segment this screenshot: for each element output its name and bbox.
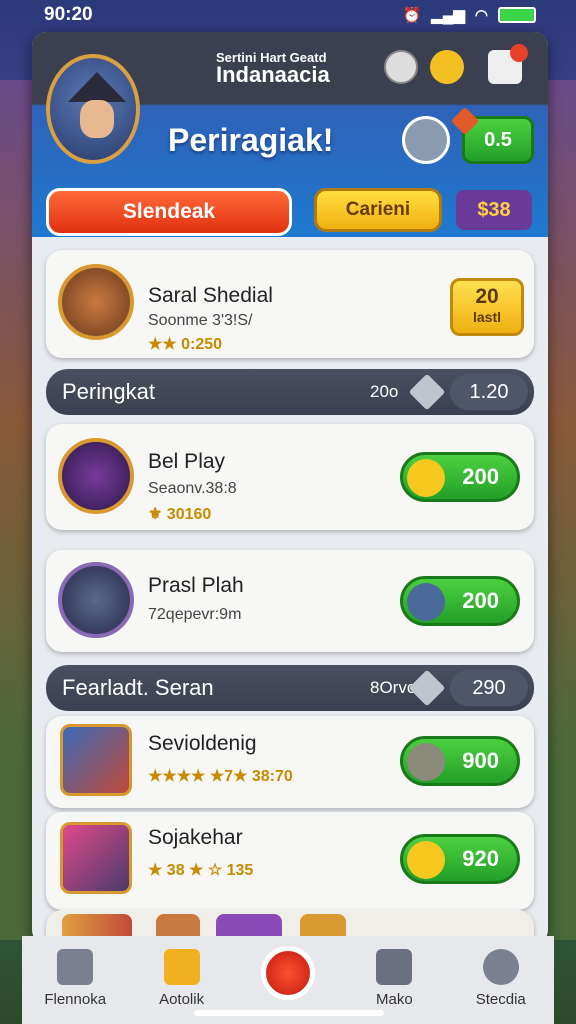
tab-label: Flennoka [44,991,107,1008]
primary-button[interactable]: Slendeak [46,188,292,236]
claim-button[interactable]: 920 [400,834,520,884]
home-icon [57,949,94,985]
tab-home[interactable]: Flennoka [30,949,120,1008]
tab-label: Mako [376,991,413,1008]
hero-avatar[interactable] [46,54,140,164]
hero-face-icon [80,100,114,138]
star-icon [407,841,445,879]
section-count: 20o [370,382,399,401]
claim-value: 200 [462,464,499,489]
panel-header: Sertini Hart Geatd Indanaacia Periragiak… [32,32,548,237]
list-item[interactable]: Sojakehar ★ 38 ★ ☆ 135 920 [46,812,534,910]
reward-value: 20 [475,285,499,308]
profile-icon[interactable] [384,50,418,84]
reward-label: lastl [472,309,501,325]
item-subtitle: Seaonv.38:8 [148,480,237,497]
featured-reward-box[interactable]: 20 lastl [450,278,524,336]
section-pill[interactable]: 290 [450,670,528,706]
hero-icon [407,583,445,621]
map-icon [376,949,413,985]
claim-button[interactable]: 900 [400,736,520,786]
notification-dot [510,44,528,62]
claim-button[interactable]: 200 [400,452,520,502]
section-bar-featured: Fearladt. Seran 8Orvo 290 [46,665,534,711]
chat-icon[interactable] [430,50,464,84]
tab-tasks[interactable]: Aotolik [137,949,227,1008]
alarm-icon: ⏰ [402,7,422,24]
tab-stats[interactable]: Stecdia [456,949,546,1008]
tab-label: Aotolik [159,991,205,1008]
list-item[interactable]: Sevioldenig ★★★★ ★7★ 38:70 900 [46,716,534,808]
featured-rating: ★★ 0:250 [148,336,223,353]
list-item[interactable]: Bel Play Seaonv.38:8 ⚜ 30160 200 [46,424,534,530]
item-rating: ★★★★ ★7★ 38:70 [148,768,293,785]
tasks-icon [163,949,200,985]
star-icon [407,459,445,497]
status-bar: 90:20 ⏰ ▂▄▆ ◠ [0,0,576,30]
coin-balance[interactable]: 0.5 [450,106,534,164]
player-avatar[interactable] [402,116,450,164]
mail-icon[interactable] [488,44,528,84]
status-icons: ⏰ ▂▄▆ ◠ [403,6,536,24]
list-item[interactable]: Prasl Plah 72qepevr:9m 200 [46,550,534,652]
signal-icon: ▂▄▆ [431,7,465,24]
hero-thumb [60,724,132,796]
hero-thumb [58,562,134,638]
gem-icon [408,669,446,707]
item-name: Sevioldenig [148,732,257,755]
section-title: Peringkat [62,379,155,404]
featured-card[interactable]: Saral Shedial Soonme 3'3!S/ ★★ 0:250 20 … [46,250,534,358]
claim-value: 200 [462,588,499,613]
tab-map[interactable]: Mako [349,949,439,1008]
section-bar-ranking: Peringkat 20o 1.20 [46,369,534,415]
item-subtitle: 72qepevr:9m [148,606,242,623]
gem-icon [450,106,480,136]
wifi-icon: ◠ [474,7,488,24]
coin-value: 0.5 [484,128,512,151]
item-name: Bel Play [148,450,226,473]
secondary-button[interactable]: Carieni [314,188,442,232]
section-title: Fearladt. Seran [62,675,214,700]
item-rating: ★ 38 ★ ☆ 135 [148,862,254,879]
gem-icon [408,373,446,411]
status-time: 90:20 [44,4,93,25]
gem-count-badge[interactable]: $38 [456,190,532,230]
tab-center-action[interactable] [243,946,333,1008]
header-title: Indanaacia [216,62,330,87]
section-pill[interactable]: 1.20 [450,374,528,410]
tab-label: Stecdia [475,991,526,1008]
hero-thumb [60,822,132,894]
claim-button[interactable]: 200 [400,576,520,626]
featured-subtitle: Soonme 3'3!S/ [148,312,253,329]
welcome-text: Periragiak! [168,122,334,158]
hero-hat-icon [68,72,126,102]
item-extra: ⚜ 30160 [148,506,212,523]
battle-icon [260,946,315,1000]
battery-icon [498,7,536,23]
item-name: Prasl Plah [148,574,244,597]
hero-thumb [58,438,134,514]
sword-icon [407,743,445,781]
featured-hero-thumb [58,264,134,340]
home-indicator[interactable] [194,1010,384,1016]
claim-value: 920 [462,846,499,871]
claim-value: 900 [462,748,499,773]
featured-name: Saral Shedial [148,284,273,307]
profile-icon [482,949,519,985]
main-panel: Sertini Hart Geatd Indanaacia Periragiak… [32,32,548,944]
item-name: Sojakehar [148,826,243,849]
